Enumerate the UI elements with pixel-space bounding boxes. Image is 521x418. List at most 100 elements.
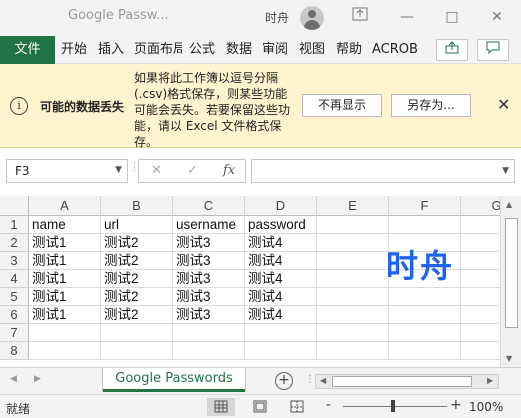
cell-g2[interactable] (461, 234, 500, 252)
cell-e8[interactable] (317, 342, 389, 360)
cell-a6[interactable]: 测试1 (29, 306, 101, 324)
next-sheet-icon[interactable]: ▶ (34, 374, 41, 384)
column-header-b[interactable]: B (101, 196, 173, 216)
cell-b4[interactable]: 测试2 (101, 270, 173, 288)
normal-view-button[interactable] (207, 398, 235, 416)
cell-c4[interactable]: 测试3 (173, 270, 245, 288)
cell-a7[interactable] (29, 324, 101, 342)
cell-g4[interactable] (461, 270, 500, 288)
cell-e3[interactable] (317, 252, 389, 270)
row-header-2[interactable]: 2 (0, 234, 29, 252)
vertical-scroll-thumb[interactable] (505, 218, 518, 328)
maximize-button[interactable]: □ (437, 4, 467, 30)
page-layout-view-button[interactable] (246, 398, 274, 416)
cell-g3[interactable] (461, 252, 500, 270)
cell-b8[interactable] (101, 342, 173, 360)
name-box[interactable]: F3 ▼ (6, 159, 128, 183)
cell-b3[interactable]: 测试2 (101, 252, 173, 270)
cell-c6[interactable]: 测试3 (173, 306, 245, 324)
cell-c2[interactable]: 测试3 (173, 234, 245, 252)
cell-e2[interactable] (317, 234, 389, 252)
cell-d4[interactable]: 测试4 (245, 270, 317, 288)
column-header-c[interactable]: C (173, 196, 245, 216)
tab-review[interactable]: 审阅 (262, 36, 288, 64)
add-sheet-button[interactable]: + (275, 372, 293, 390)
enter-icon[interactable]: ✓ (187, 163, 198, 178)
comments-button[interactable] (477, 39, 509, 61)
cell-c5[interactable]: 测试3 (173, 288, 245, 306)
column-header-f[interactable]: F (389, 196, 461, 216)
cell-f8[interactable] (389, 342, 461, 360)
zoom-level[interactable]: 100% (469, 400, 503, 414)
minimize-button[interactable]: — (392, 4, 422, 30)
cell-b2[interactable]: 测试2 (101, 234, 173, 252)
column-header-e[interactable]: E (317, 196, 389, 216)
column-header-d[interactable]: D (245, 196, 317, 216)
row-header-4[interactable]: 4 (0, 270, 29, 288)
cell-a4[interactable]: 测试1 (29, 270, 101, 288)
cell-e5[interactable] (317, 288, 389, 306)
cell-e1[interactable] (317, 216, 389, 234)
row-header-1[interactable]: 1 (0, 216, 29, 234)
row-header-7[interactable]: 7 (0, 324, 29, 342)
user-name[interactable]: 时舟 (265, 9, 289, 26)
cell-g6[interactable] (461, 306, 500, 324)
cell-g1[interactable] (461, 216, 500, 234)
save-as-button[interactable]: 另存为... (391, 94, 471, 117)
tab-insert[interactable]: 插入 (98, 36, 124, 64)
cell-e6[interactable] (317, 306, 389, 324)
prev-sheet-icon[interactable]: ◀ (10, 374, 17, 384)
horizontal-scroll-thumb[interactable] (332, 376, 472, 387)
dont-show-again-button[interactable]: 不再显示 (302, 94, 382, 117)
close-button[interactable]: ✕ (482, 4, 512, 30)
tab-acrobat[interactable]: ACROB (372, 36, 418, 64)
tab-splitter-handle[interactable]: ⋮ (305, 374, 315, 385)
cell-e4[interactable] (317, 270, 389, 288)
column-header-g[interactable]: G (461, 196, 500, 216)
scroll-left-icon[interactable]: ◀ (320, 376, 326, 385)
cell-c8[interactable] (173, 342, 245, 360)
zoom-slider[interactable] (343, 406, 447, 407)
cell-d8[interactable] (245, 342, 317, 360)
cell-a3[interactable]: 测试1 (29, 252, 101, 270)
cell-a2[interactable]: 测试1 (29, 234, 101, 252)
horizontal-scrollbar[interactable]: ◀ ▶ (315, 374, 499, 389)
cell-c7[interactable] (173, 324, 245, 342)
tab-home[interactable]: 开始 (61, 36, 87, 64)
cell-b5[interactable]: 测试2 (101, 288, 173, 306)
cell-a1[interactable]: name (29, 216, 101, 234)
cell-e7[interactable] (317, 324, 389, 342)
tab-formulas[interactable]: 公式 (189, 36, 215, 64)
cell-f5[interactable] (389, 288, 461, 306)
cell-f6[interactable] (389, 306, 461, 324)
expand-formula-icon[interactable]: ▼ (502, 166, 509, 176)
cell-a5[interactable]: 测试1 (29, 288, 101, 306)
avatar[interactable] (300, 6, 324, 30)
cell-b1[interactable]: url (101, 216, 173, 234)
row-header-8[interactable]: 8 (0, 342, 29, 360)
cancel-icon[interactable]: ✕ (151, 163, 162, 178)
cell-g8[interactable] (461, 342, 500, 360)
formula-input[interactable]: ▼ (251, 159, 515, 183)
tab-page-layout[interactable]: 页面布局 (134, 36, 182, 64)
cell-d6[interactable]: 测试4 (245, 306, 317, 324)
cell-b7[interactable] (101, 324, 173, 342)
cell-d2[interactable]: 测试4 (245, 234, 317, 252)
cell-b6[interactable]: 测试2 (101, 306, 173, 324)
row-header-5[interactable]: 5 (0, 288, 29, 306)
close-message-icon[interactable]: ✕ (497, 95, 510, 114)
cell-a8[interactable] (29, 342, 101, 360)
chevron-down-icon[interactable]: ▼ (115, 165, 122, 175)
tab-view[interactable]: 视图 (299, 36, 325, 64)
ribbon-display-icon[interactable] (345, 4, 375, 30)
scroll-right-icon[interactable]: ▶ (487, 376, 493, 385)
row-header-3[interactable]: 3 (0, 252, 29, 270)
cell-f1[interactable] (389, 216, 461, 234)
page-break-view-button[interactable] (283, 398, 311, 416)
tab-data[interactable]: 数据 (226, 36, 252, 64)
vertical-scrollbar[interactable]: ▲ ▼ (500, 196, 521, 367)
cell-d5[interactable]: 测试4 (245, 288, 317, 306)
row-header-6[interactable]: 6 (0, 306, 29, 324)
select-all-corner[interactable] (0, 196, 29, 216)
cell-c1[interactable]: username (173, 216, 245, 234)
